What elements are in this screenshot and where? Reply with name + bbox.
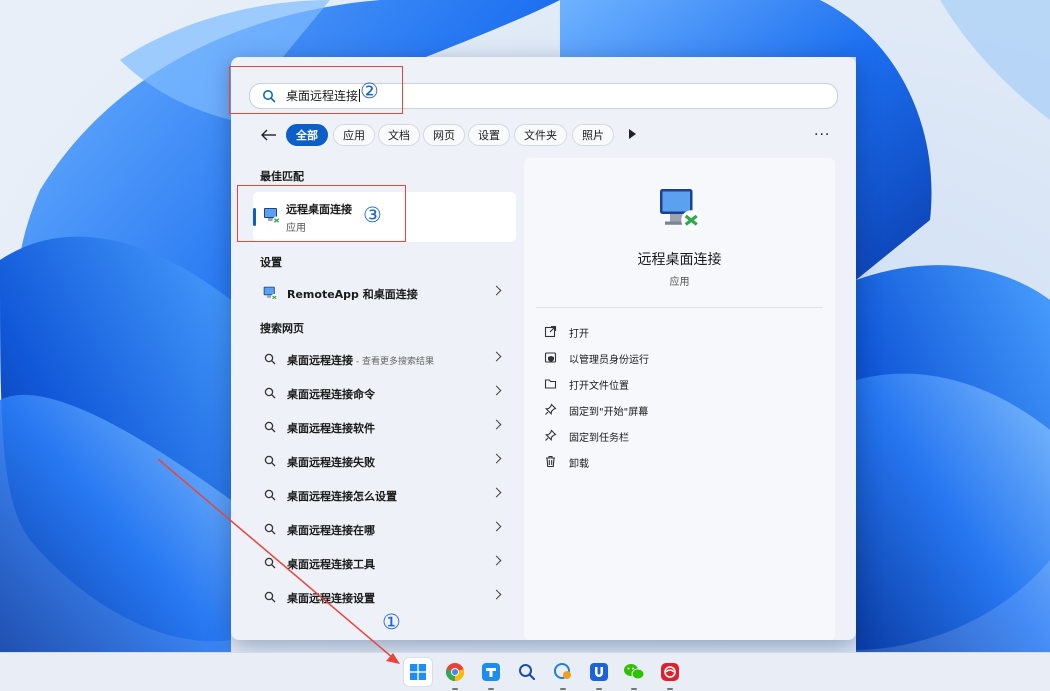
action-pin-to-taskbar[interactable]: 固定到任务栏 (544, 426, 814, 446)
pin-icon (545, 403, 557, 415)
shield-app-icon[interactable] (585, 658, 613, 690)
filter-chip-settings[interactable]: 设置 (468, 124, 510, 146)
search-icon (264, 591, 276, 603)
action-pin-to-start[interactable]: 固定到"开始"屏幕 (544, 400, 814, 420)
chevron-right-icon (491, 419, 502, 430)
action-label: 打开 (569, 329, 589, 340)
search-icon (264, 523, 276, 535)
chevron-right-icon (491, 555, 502, 566)
remoteapp-icon (263, 286, 278, 301)
back-arrow-icon[interactable] (257, 123, 281, 147)
more-options-button[interactable]: ... (814, 123, 830, 139)
chevron-right-icon (491, 351, 502, 362)
search-icon (264, 387, 276, 399)
web-result-label: 桌面远程连接设置 (287, 592, 375, 605)
trash-icon (546, 455, 555, 468)
chevron-right-icon (491, 487, 502, 498)
web-search-section-header: 搜索网页 (260, 322, 304, 335)
web-result-label: 桌面远程连接怎么设置 (287, 490, 397, 503)
chevron-right-icon (491, 453, 502, 464)
web-result-label: 桌面远程连接 - 查看更多搜索结果 (287, 354, 434, 367)
chevron-right-icon (491, 385, 502, 396)
search-icon (264, 353, 276, 365)
settings-result-remoteapp[interactable]: RemoteApp 和桌面连接 (253, 278, 516, 308)
action-run-as-admin[interactable]: 以管理员身份运行 (544, 348, 814, 368)
best-match-header: 最佳匹配 (260, 170, 304, 183)
settings-section-header: 设置 (260, 256, 282, 269)
taskbar (0, 652, 1050, 691)
action-label: 打开文件位置 (569, 381, 629, 392)
action-label: 固定到任务栏 (569, 433, 629, 444)
web-result-0[interactable]: 桌面远程连接 - 查看更多搜索结果 (253, 344, 516, 374)
detail-app-subtitle: 应用 (669, 277, 690, 288)
action-label: 固定到"开始"屏幕 (569, 407, 649, 418)
open-external-icon (544, 325, 557, 338)
web-result-label: 桌面远程连接工具 (287, 558, 375, 571)
detail-pane: 远程桌面连接 应用 打开 以管理员身份运行 打开文件位置 固定到"开始"屏幕 固… (524, 158, 835, 640)
web-result-4[interactable]: 桌面远程连接怎么设置 (253, 480, 516, 510)
remote-desktop-large-icon (660, 189, 702, 231)
filter-chip-photos[interactable]: 照片 (572, 124, 614, 146)
app-icon[interactable] (477, 658, 505, 690)
action-uninstall[interactable]: 卸载 (544, 452, 814, 472)
chevron-right-icon (491, 285, 502, 296)
search-icon[interactable] (513, 658, 541, 686)
web-result-label: 桌面远程连接软件 (287, 422, 375, 435)
chat-icon[interactable] (549, 658, 577, 690)
windows-start-icon[interactable] (404, 658, 432, 686)
web-result-3[interactable]: 桌面远程连接失败 (253, 446, 516, 476)
web-result-2[interactable]: 桌面远程连接软件 (253, 412, 516, 442)
web-result-6[interactable]: 桌面远程连接工具 (253, 548, 516, 578)
netease-music-icon[interactable] (656, 658, 684, 690)
filter-chip-web[interactable]: 网页 (423, 124, 465, 146)
filter-bar: 全部 应用 文档 网页 设置 文件夹 照片 ... (257, 123, 837, 147)
filter-chip-folders[interactable]: 文件夹 (514, 124, 567, 146)
more-filters-arrow-icon[interactable] (629, 129, 636, 139)
shield-admin-icon (544, 352, 557, 363)
filter-chip-apps[interactable]: 应用 (333, 124, 375, 146)
annotation-number-1: ① (382, 610, 401, 634)
chevron-right-icon (491, 589, 502, 600)
action-open[interactable]: 打开 (544, 322, 814, 342)
search-icon (264, 557, 276, 569)
start-search-panel: 桌面远程连接 全部 应用 文档 网页 设置 文件夹 照片 ... 最佳匹配 远程… (231, 57, 856, 640)
action-label: 卸载 (569, 459, 589, 470)
wechat-icon[interactable] (620, 658, 648, 690)
annotation-number-3: ③ (363, 203, 382, 227)
search-icon (264, 421, 276, 433)
filter-chip-documents[interactable]: 文档 (378, 124, 420, 146)
folder-icon (544, 379, 557, 389)
search-icon (264, 455, 276, 467)
web-result-1[interactable]: 桌面远程连接命令 (253, 378, 516, 408)
chevron-right-icon (491, 521, 502, 532)
pin-icon (545, 429, 557, 441)
action-label: 以管理员身份运行 (569, 355, 649, 366)
web-result-5[interactable]: 桌面远程连接在哪 (253, 514, 516, 544)
web-result-label: 桌面远程连接失败 (287, 456, 375, 469)
chrome-icon[interactable] (441, 658, 469, 690)
filter-chip-all[interactable]: 全部 (286, 124, 328, 146)
web-result-label: 桌面远程连接在哪 (287, 524, 375, 537)
web-result-7[interactable]: 桌面远程连接设置 (253, 582, 516, 612)
detail-app-title: 远程桌面连接 (637, 252, 722, 268)
divider (536, 307, 823, 308)
web-result-label: 桌面远程连接命令 (287, 388, 375, 401)
search-icon (264, 489, 276, 501)
annotation-number-2: ② (360, 79, 379, 103)
action-open-file-location[interactable]: 打开文件位置 (544, 374, 814, 394)
settings-result-label: RemoteApp 和桌面连接 (287, 288, 418, 301)
